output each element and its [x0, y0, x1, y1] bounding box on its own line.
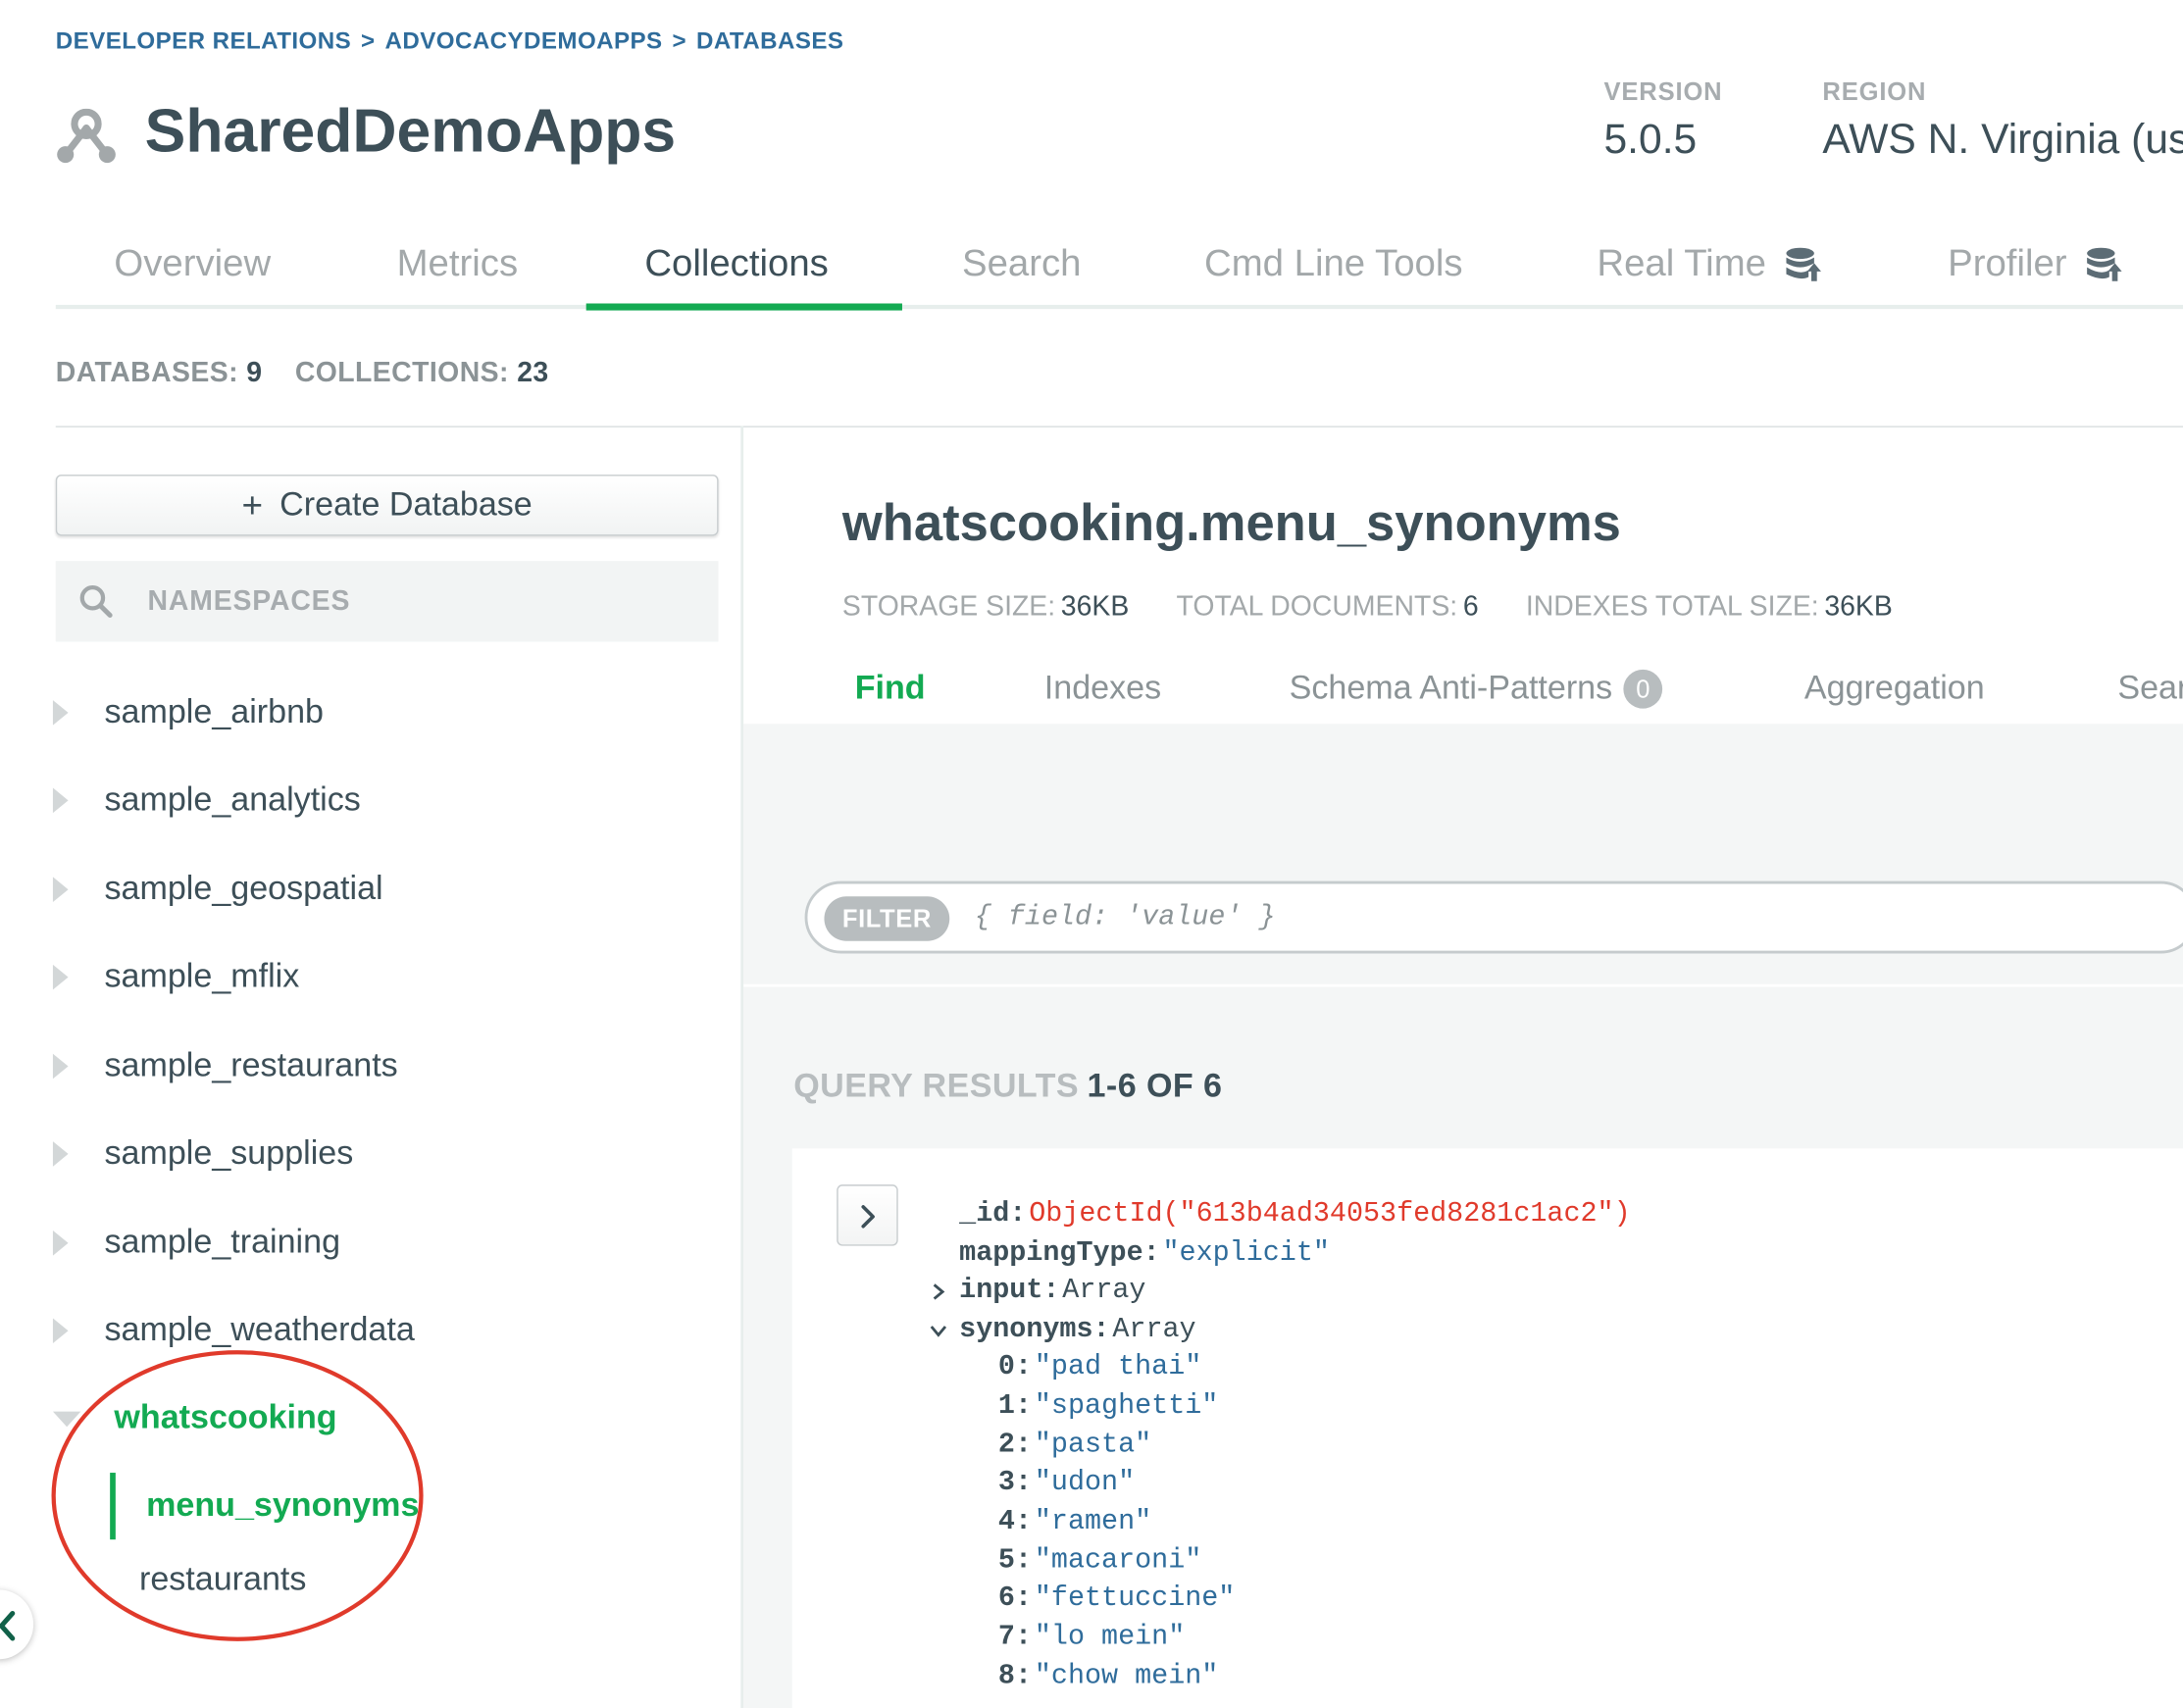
cluster-icon — [57, 108, 116, 164]
synonym-item: 6: "fettuccine" — [997, 1582, 1236, 1615]
caret-right-icon — [52, 1318, 69, 1344]
synonym-item: 7: "lo mein" — [997, 1621, 1186, 1653]
db-label: sample_training — [104, 1223, 341, 1262]
sidebar-db-sample-restaurants[interactable]: sample_restaurants — [52, 1038, 398, 1094]
expand-document-button[interactable] — [837, 1184, 898, 1246]
collection-title: whatscooking.menu_synonyms — [841, 493, 1621, 552]
sidebar-db-sample-training[interactable]: sample_training — [52, 1215, 341, 1271]
caret-right-icon — [52, 1231, 69, 1256]
sidebar-db-sample-analytics[interactable]: sample_analytics — [52, 773, 361, 829]
plus-icon: + — [241, 483, 264, 526]
synonym-item: 5: "macaroni" — [997, 1544, 1202, 1577]
chevron-left-icon — [0, 1610, 16, 1641]
subtab-find[interactable]: Find — [855, 670, 926, 709]
tab-collections[interactable]: Collections — [644, 242, 828, 285]
query-results-label: QUERY RESULTS — [793, 1067, 1080, 1106]
create-database-button[interactable]: + Create Database — [55, 475, 719, 536]
database-collection-counts: DATABASES: 9 COLLECTIONS: 23 — [56, 358, 549, 390]
tab-real-time[interactable]: Real Time — [1597, 242, 1821, 285]
chevron-right-icon — [861, 1205, 875, 1229]
sidebar-db-sample-airbnb[interactable]: sample_airbnb — [52, 684, 324, 740]
caret-right-icon — [52, 700, 69, 726]
databases-count: 9 — [246, 357, 263, 389]
caret-right-icon — [52, 787, 69, 814]
annotation-circle — [51, 1350, 424, 1641]
db-label: sample_analytics — [104, 780, 361, 819]
db-label: sample_weatherdata — [104, 1311, 415, 1349]
sidebar-collapse-button[interactable] — [0, 1589, 34, 1660]
cluster-name: SharedDemoApps — [144, 97, 677, 166]
db-label: sample_supplies — [104, 1134, 354, 1173]
collapse-caret-icon[interactable] — [929, 1321, 948, 1340]
namespace-search-input[interactable] — [144, 583, 680, 620]
collection-stats: STORAGE SIZE: 36KB TOTAL DOCUMENTS: 6 INDEXE… — [842, 591, 1893, 624]
active-tab-indicator — [585, 303, 902, 311]
collections-count: 23 — [517, 357, 549, 389]
region-label: REGION — [1822, 77, 1927, 106]
db-label: sample_geospatial — [104, 870, 383, 908]
filter-input[interactable] — [971, 900, 2175, 936]
synonym-item: 0: "pad thai" — [997, 1350, 1202, 1383]
doc-field-mapping-type: mappingType: "explicit" — [959, 1236, 1330, 1270]
query-results-header: QUERY RESULTS 1-6 OF 6 — [793, 1068, 1222, 1107]
breadcrumb-link-project[interactable]: ADVOCACYDEMOAPPS — [385, 27, 663, 55]
db-label: sample_mflix — [104, 957, 300, 996]
query-results-range: 1-6 OF 6 — [1087, 1067, 1223, 1106]
synonym-item: 8: "chow mein" — [997, 1659, 1219, 1692]
caret-right-icon — [52, 877, 69, 902]
storage-size-label: STORAGE SIZE: — [841, 591, 1056, 623]
tab-metrics[interactable]: Metrics — [397, 242, 519, 285]
filter-label: FILTER — [824, 896, 950, 941]
collections-count-label: COLLECTIONS: — [294, 357, 509, 389]
synonym-item: 1: "spaghetti" — [997, 1389, 1219, 1423]
tab-profiler[interactable]: Profiler — [1948, 242, 2122, 285]
version-value: 5.0.5 — [1603, 117, 1698, 164]
version-label: VERSION — [1603, 77, 1723, 106]
synonym-item: 2: "pasta" — [997, 1429, 1152, 1461]
storage-size-value: 36KB — [1060, 591, 1130, 623]
tab-overview[interactable]: Overview — [114, 242, 271, 285]
breadcrumb-separator: > — [361, 27, 376, 55]
namespace-search — [55, 561, 719, 642]
sidebar-db-sample-geospatial[interactable]: sample_geospatial — [52, 862, 383, 918]
anti-patterns-count-badge: 0 — [1623, 669, 1663, 709]
breadcrumb: DEVELOPER RELATIONS > ADVOCACYDEMOAPPS > DAT… — [56, 27, 844, 55]
synonym-item: 3: "udon" — [997, 1466, 1136, 1499]
indexes-size-label: INDEXES TOTAL SIZE: — [1525, 591, 1819, 623]
caret-right-icon — [52, 1141, 69, 1167]
doc-field-id: _id: ObjectId("613b4ad34053fed8281c1ac2"… — [959, 1197, 1631, 1231]
tabs-divider — [55, 304, 2183, 310]
synonym-item: 4: "ramen" — [997, 1505, 1152, 1538]
sidebar-db-sample-supplies[interactable]: sample_supplies — [52, 1127, 354, 1182]
doc-field-synonyms: synonyms: Array — [959, 1313, 1196, 1346]
content-divider — [55, 426, 2183, 427]
total-documents-value: 6 — [1462, 591, 1479, 623]
doc-field-input: input: Array — [959, 1274, 1146, 1307]
subtab-indexes[interactable]: Indexes — [1044, 670, 1161, 709]
tab-cmd-line-tools[interactable]: Cmd Line Tools — [1204, 242, 1463, 285]
db-label: sample_airbnb — [104, 693, 324, 731]
region-value: AWS N. Virginia (us- — [1822, 117, 2183, 164]
db-label: sample_restaurants — [104, 1046, 398, 1084]
breadcrumb-link-org[interactable]: DEVELOPER RELATIONS — [56, 27, 351, 55]
filter-bar: FILTER — [804, 880, 2183, 954]
indexes-size-value: 36KB — [1824, 591, 1893, 623]
database-upgrade-icon — [1785, 246, 1821, 281]
breadcrumb-link-databases[interactable]: DATABASES — [696, 27, 843, 55]
subtab-search[interactable]: Sear — [2117, 670, 2183, 709]
caret-right-icon — [52, 964, 69, 990]
database-upgrade-icon — [2086, 246, 2121, 281]
tab-search[interactable]: Search — [962, 242, 1081, 285]
subtab-schema-anti-patterns[interactable]: Schema Anti-Patterns 0 — [1290, 669, 1663, 709]
create-database-label: Create Database — [279, 485, 533, 524]
expand-caret-icon[interactable] — [929, 1282, 948, 1302]
sidebar-db-sample-mflix[interactable]: sample_mflix — [52, 949, 300, 1005]
total-documents-label: TOTAL DOCUMENTS: — [1176, 591, 1458, 623]
databases-count-label: DATABASES: — [55, 357, 238, 389]
caret-right-icon — [52, 1053, 69, 1080]
search-icon — [79, 584, 113, 618]
objectid-value: ObjectId("613b4ad34053fed8281c1ac2") — [1029, 1197, 1631, 1231]
breadcrumb-separator: > — [672, 27, 687, 55]
subtab-aggregation[interactable]: Aggregation — [1804, 670, 1985, 709]
